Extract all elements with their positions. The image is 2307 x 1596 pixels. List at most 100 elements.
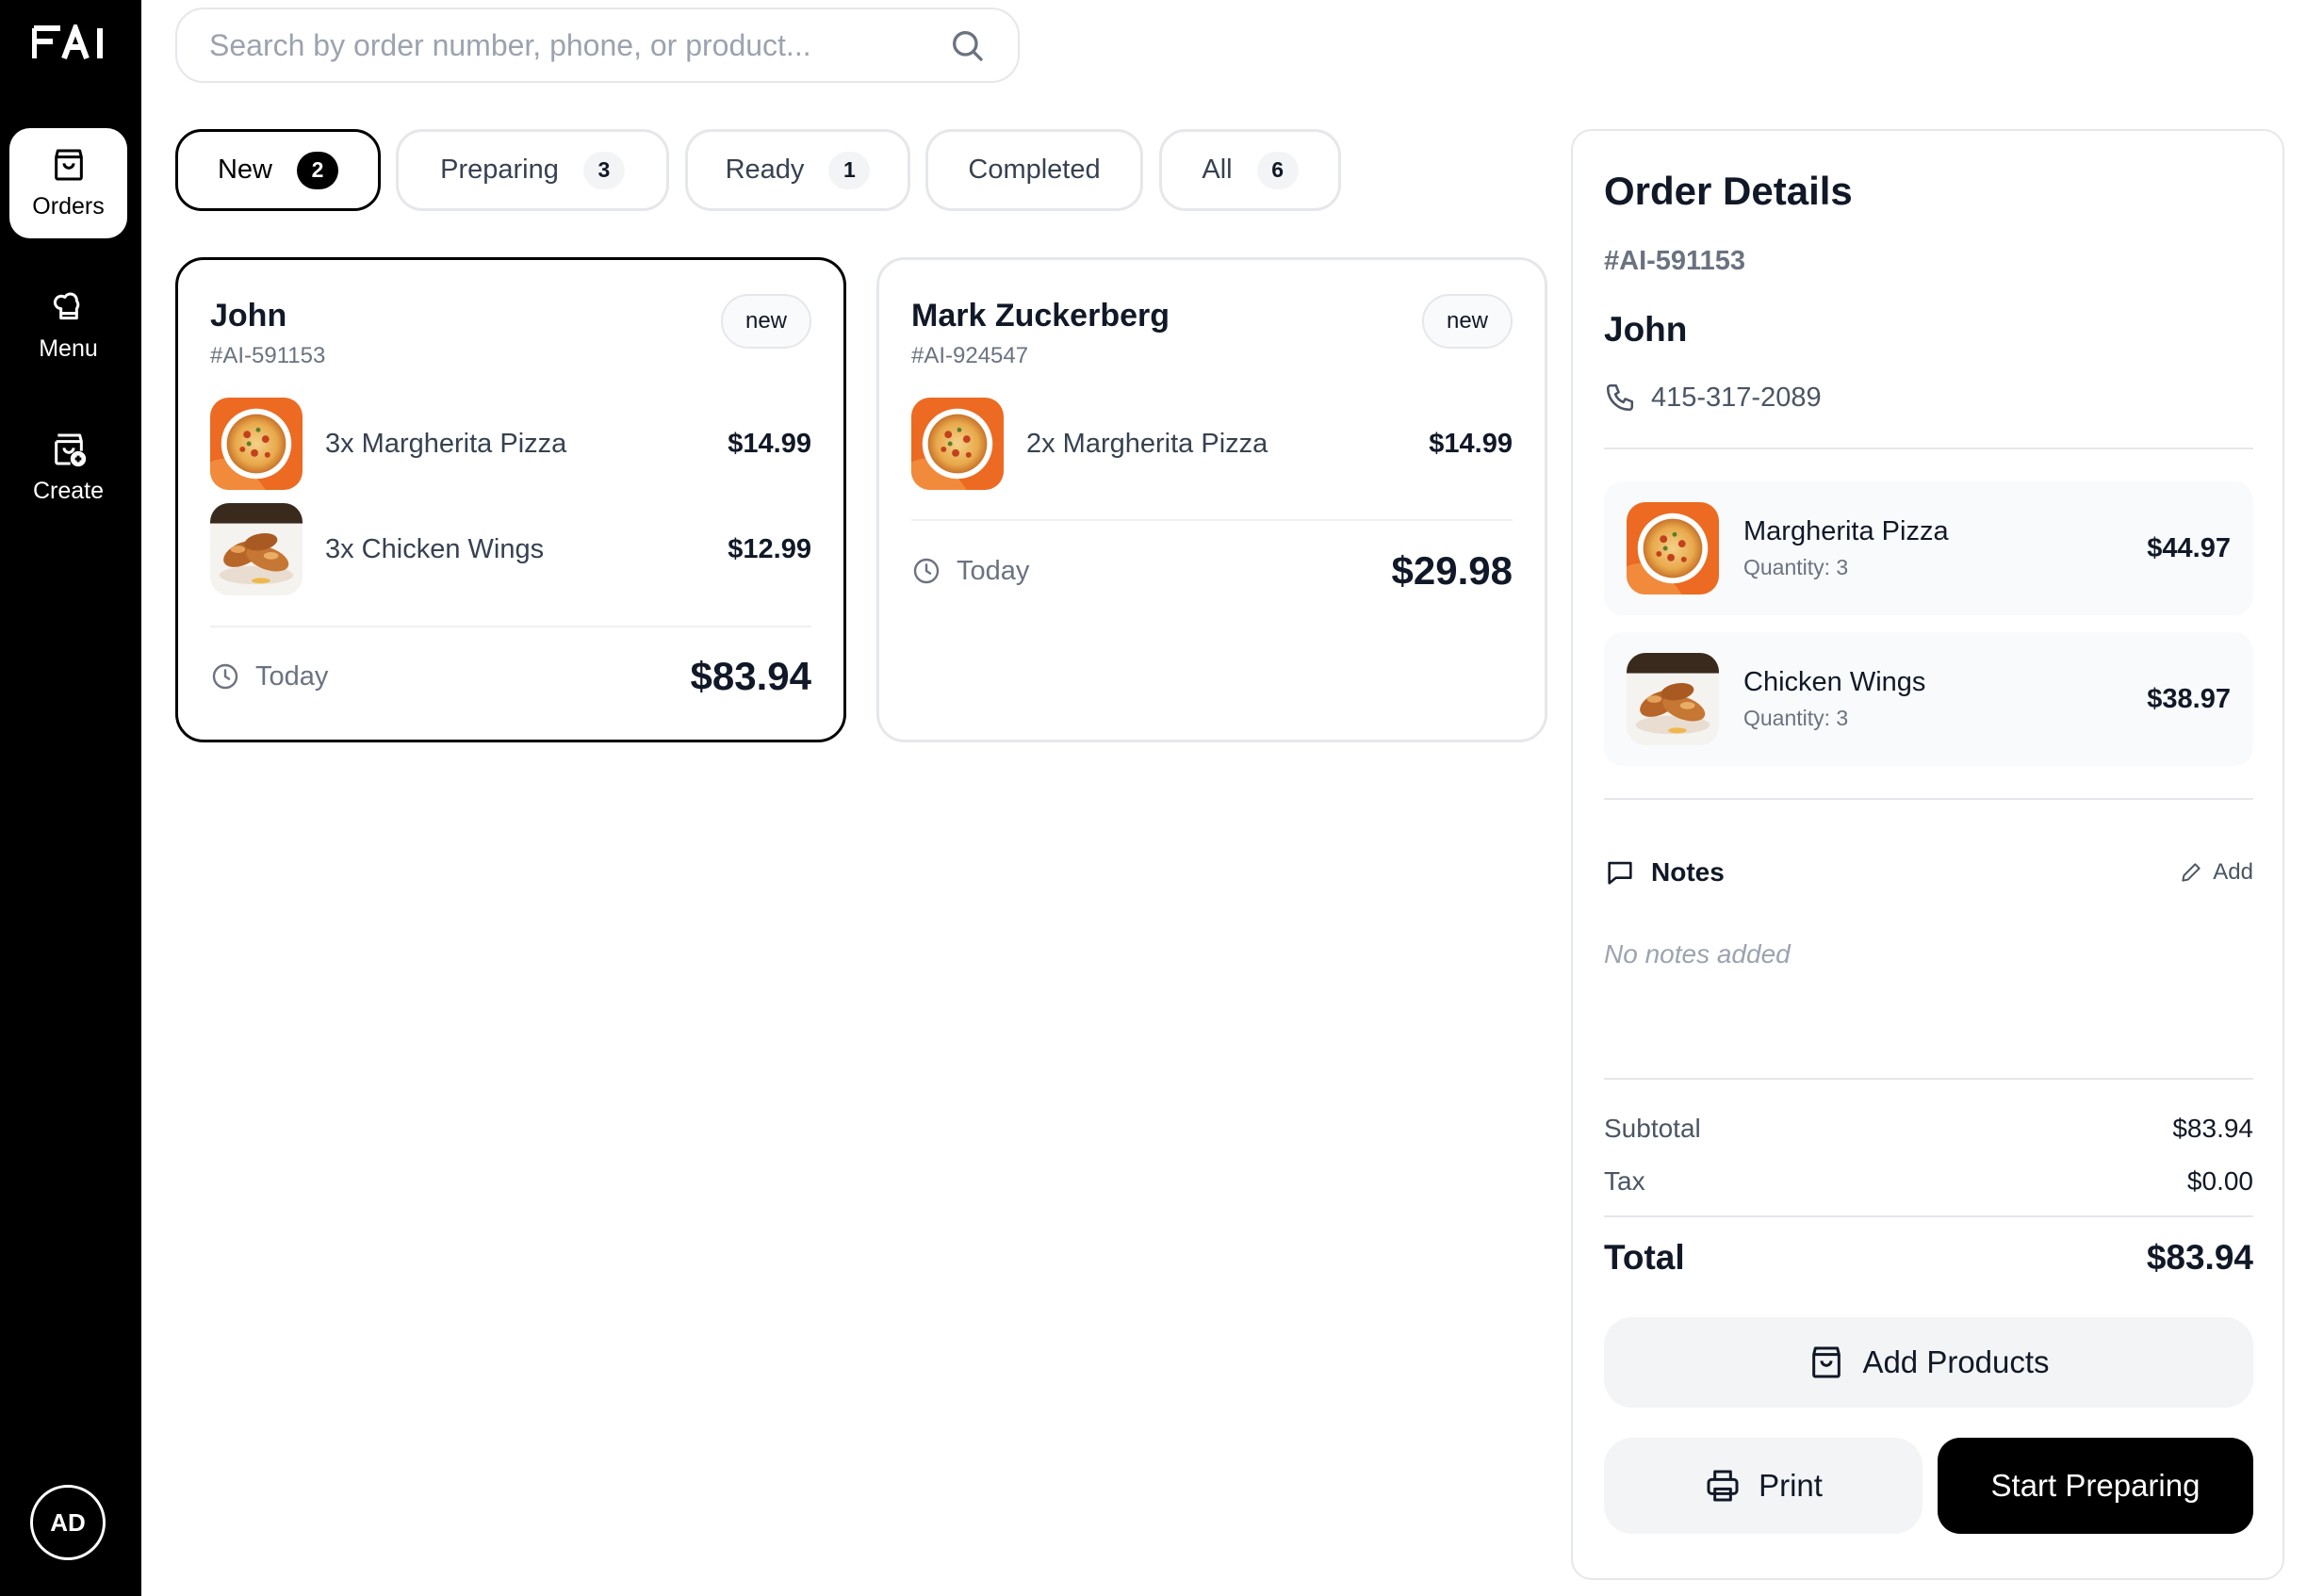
chef-hat-icon <box>53 292 79 320</box>
notes-label: Notes <box>1651 857 1725 887</box>
divider <box>1604 1215 2253 1217</box>
order-card[interactable]: John #AI-591153 new 3x Margherita Pizza … <box>175 257 846 742</box>
status-badge: new <box>1421 294 1513 349</box>
details-item: Chicken Wings Quantity: 3 $38.97 <box>1604 632 2253 766</box>
details-item-price: $38.97 <box>2147 683 2231 714</box>
add-products-button[interactable]: Add Products <box>1604 1317 2253 1408</box>
order-item-row: 3x Margherita Pizza $14.99 <box>210 398 811 490</box>
phone-icon <box>1606 383 1634 412</box>
order-card-footer: Today $29.98 <box>911 543 1513 599</box>
subtotal-label: Subtotal <box>1604 1114 1701 1143</box>
divider <box>1604 448 2253 449</box>
pizza-image <box>911 398 1004 490</box>
total-label: Total <box>1604 1238 1685 1277</box>
order-total: $29.98 <box>1391 548 1513 593</box>
search-bar <box>175 8 1020 83</box>
bag-plus-icon <box>54 433 86 467</box>
order-card[interactable]: Mark Zuckerberg #AI-924547 new 2x Marghe… <box>876 257 1547 742</box>
tab-label: All <box>1202 155 1233 185</box>
printer-icon <box>1707 1470 1739 1502</box>
divider <box>210 626 811 627</box>
subtotal-row: Subtotal $83.94 <box>1604 1114 2253 1144</box>
search-icon[interactable] <box>948 26 986 64</box>
start-preparing-button[interactable]: Start Preparing <box>1938 1438 2253 1534</box>
details-item-name: Margherita Pizza <box>1743 516 1949 546</box>
message-icon <box>1608 861 1632 885</box>
fai-logo <box>32 24 103 60</box>
tab-count-badge: 1 <box>828 151 871 189</box>
add-products-label: Add Products <box>1862 1344 2050 1379</box>
chicken-wings-image <box>210 503 303 595</box>
details-item: Margherita Pizza Quantity: 3 $44.97 <box>1604 481 2253 615</box>
tab-label: Preparing <box>440 155 559 185</box>
order-details-panel: Order Details #AI-591153 John 415-317-20… <box>1571 129 2284 1580</box>
sidebar-item-label: Create <box>32 478 105 504</box>
start-preparing-label: Start Preparing <box>1990 1468 2201 1503</box>
details-title: Order Details <box>1604 169 1853 213</box>
sidebar-item-menu[interactable]: Menu <box>9 270 127 381</box>
sidebar-item-create[interactable]: Create <box>9 413 127 523</box>
tab-new[interactable]: New 2 <box>175 129 381 211</box>
notes-empty-text: No notes added <box>1604 939 1791 969</box>
order-time: Today <box>255 660 329 692</box>
pizza-image <box>1627 502 1719 594</box>
details-customer-name: John <box>1604 310 1688 349</box>
add-note-label: Add <box>2213 859 2253 885</box>
tax-label: Tax <box>1604 1166 1645 1196</box>
order-item-row: 2x Margherita Pizza $14.99 <box>911 398 1513 490</box>
order-id: #AI-591153 <box>210 343 326 368</box>
tab-label: New <box>217 155 272 185</box>
avatar[interactable]: AD <box>30 1485 106 1560</box>
order-id: #AI-924547 <box>911 343 1029 368</box>
add-note-button[interactable]: Add <box>2179 859 2253 886</box>
details-item-quantity: Quantity: 3 <box>1743 706 1849 730</box>
order-total: $83.94 <box>690 654 811 698</box>
sidebar: Orders Menu Create AD <box>0 0 141 1596</box>
subtotal-value: $83.94 <box>2172 1114 2253 1143</box>
tax-row: Tax $0.00 <box>1604 1166 2253 1197</box>
sidebar-item-orders[interactable]: Orders <box>9 128 127 238</box>
tab-count-badge: 6 <box>1256 151 1299 189</box>
order-item-price: $14.99 <box>1429 428 1513 459</box>
print-button[interactable]: Print <box>1604 1438 1922 1534</box>
details-item-name: Chicken Wings <box>1743 667 1926 697</box>
divider <box>911 519 1513 521</box>
tab-label: Completed <box>968 155 1101 185</box>
sidebar-item-label: Orders <box>32 193 105 220</box>
tab-count-badge: 2 <box>297 151 338 189</box>
divider <box>1604 798 2253 800</box>
tab-count-badge: 3 <box>582 151 625 189</box>
tax-value: $0.00 <box>2186 1166 2253 1196</box>
search-input[interactable] <box>209 27 948 63</box>
order-item-name: 3x Chicken Wings <box>325 533 545 564</box>
status-badge: new <box>720 294 811 349</box>
tab-ready[interactable]: Ready 1 <box>685 129 910 211</box>
tab-label: Ready <box>725 155 805 185</box>
chicken-wings-image <box>1627 653 1719 745</box>
details-phone[interactable]: 415-317-2089 <box>1604 382 1822 414</box>
total-row: Total $83.94 <box>1604 1238 2253 1278</box>
order-customer-name: Mark Zuckerberg <box>911 298 1170 334</box>
tab-all[interactable]: All 6 <box>1159 129 1341 211</box>
clock-icon <box>913 558 940 584</box>
shopping-bag-icon <box>1812 1346 1841 1378</box>
shopping-bag-icon <box>54 149 83 181</box>
order-time: Today <box>957 555 1030 586</box>
tab-preparing[interactable]: Preparing 3 <box>396 129 669 211</box>
details-order-id: #AI-591153 <box>1604 246 1745 276</box>
details-item-price: $44.97 <box>2147 532 2231 563</box>
order-item-name: 3x Margherita Pizza <box>325 428 567 459</box>
clock-icon <box>212 663 238 690</box>
order-item-name: 2x Margherita Pizza <box>1026 428 1268 459</box>
phone-number: 415-317-2089 <box>1651 382 1822 413</box>
order-item-row: 3x Chicken Wings $12.99 <box>210 503 811 595</box>
pencil-icon <box>2182 863 2201 882</box>
order-customer-name: John <box>210 298 287 334</box>
details-item-quantity: Quantity: 3 <box>1743 555 1849 579</box>
order-item-price: $12.99 <box>728 533 811 564</box>
pizza-image <box>210 398 303 490</box>
tab-completed[interactable]: Completed <box>925 129 1143 211</box>
print-label: Print <box>1759 1468 1823 1503</box>
order-card-footer: Today $83.94 <box>210 648 811 705</box>
order-item-price: $14.99 <box>728 428 811 459</box>
